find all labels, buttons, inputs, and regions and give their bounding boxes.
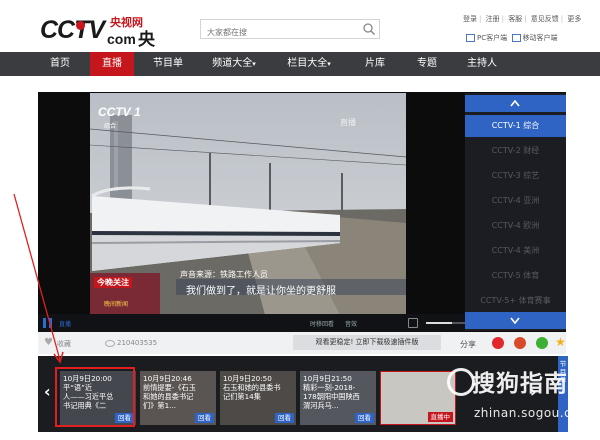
channel-scroll-up[interactable]	[465, 95, 566, 112]
logo-brand: CCTV	[40, 16, 105, 44]
channel-item[interactable]: CCTV-3 综艺	[465, 165, 566, 187]
channel-sub: 综合	[104, 123, 117, 130]
channel-scroll-down[interactable]	[465, 312, 566, 329]
feedback-link[interactable]: 意见反馈	[531, 15, 559, 23]
nav-live[interactable]: 直播	[90, 52, 134, 76]
sogou-logo-icon	[447, 368, 475, 396]
sound-label[interactable]: 音效	[345, 319, 357, 328]
nav-channels-label: 频道大全	[212, 58, 253, 69]
replay-badge[interactable]: 回看	[355, 413, 374, 423]
program-title: 10月9日20:50 石玉和她的县委书 记们第14集	[223, 374, 281, 401]
chevron-down-icon: ▾	[252, 60, 256, 68]
share-label: 分享	[460, 340, 476, 349]
nav-home[interactable]: 首页	[40, 52, 80, 76]
eye-icon	[105, 340, 115, 347]
volume-slider[interactable]	[426, 322, 466, 324]
channel-item[interactable]: CCTV-4 美洲	[465, 240, 566, 262]
channel-item[interactable]: CCTV-4 亚洲	[465, 190, 566, 212]
pc-client-link[interactable]: PC客户端	[477, 34, 507, 42]
more-link[interactable]: 更多	[567, 15, 581, 23]
watermark-brand: 搜狗指南	[472, 371, 568, 397]
news-sub: 晚间新闻	[104, 301, 129, 308]
search-input[interactable]	[201, 24, 357, 41]
nav-hosts[interactable]: 主持人	[462, 52, 502, 76]
people-icon[interactable]	[514, 337, 526, 349]
nav-schedule[interactable]: 节目单	[146, 52, 190, 76]
sogou-watermark: 搜狗指南 zhinan.sogou.com	[442, 362, 592, 428]
star-icon[interactable]: ★	[555, 335, 566, 349]
player-controls: 直播 时移回看 音效	[38, 314, 500, 332]
channel-item[interactable]: CCTV-2 财经	[465, 140, 566, 162]
channel-logo: CCTV 1	[98, 105, 141, 119]
client-links: PC客户端 移动客户端	[466, 33, 558, 43]
search-box[interactable]	[200, 19, 380, 41]
channel-item[interactable]: CCTV-1 综合	[465, 115, 566, 137]
news-tag: 今晚关注	[94, 277, 132, 288]
mobile-client-link[interactable]: 移动客户端	[523, 34, 558, 42]
subtitle: 我们做到了，就是让你坐的更舒服	[186, 286, 336, 297]
channel-item[interactable]: CCTV-5 体育	[465, 265, 566, 287]
program-title: 10月9日21:50 精彩一刻-2018- 178朝阳中国陕西 渭河兵马...	[303, 374, 360, 410]
volume-level	[426, 322, 452, 324]
login-link[interactable]: 登录	[463, 15, 477, 23]
overlay-tag: 直播	[340, 118, 356, 127]
program-card[interactable]: 10月9日21:50 精彩一刻-2018- 178朝阳中国陕西 渭河兵马... …	[300, 371, 376, 425]
channel-item[interactable]: CCTV-5+ 体育赛事	[465, 290, 566, 312]
video-screen[interactable]: CCTV 1 综合 直播 今晚关注 晚间新闻 声音来源：铁路工作人员 我们做到了…	[90, 93, 406, 315]
channel-item[interactable]: CCTV-4 欧洲	[465, 215, 566, 237]
nav-columns[interactable]: 栏目大全▾	[280, 52, 338, 76]
logo-domain: com	[107, 31, 136, 47]
account-links: 登录 | 注册 | 客服 | 意见反馈 | 更多	[463, 15, 582, 23]
annotation-arrow	[13, 193, 64, 364]
schedule-prev-icon[interactable]: ‹	[44, 384, 51, 400]
search-icon[interactable]	[362, 22, 376, 36]
watermark-url: zhinan.sogou.com	[474, 406, 592, 420]
service-link[interactable]: 客服	[508, 15, 522, 23]
replay-badge[interactable]: 回看	[275, 413, 294, 423]
highlight-box	[55, 367, 135, 427]
timeshift-label[interactable]: 时移回看	[310, 319, 334, 328]
chevron-up-icon	[510, 100, 520, 107]
program-title: 10月9日20:46 前情提要-《石玉 和她的县委书记 们》第1...	[143, 374, 196, 410]
mobile-icon	[511, 34, 521, 42]
pc-icon	[466, 34, 475, 42]
download-plugin-button[interactable]: 观看更稳定! 立即下载极速插件版	[293, 335, 441, 350]
program-card[interactable]: 10月9日20:46 前情提要-《石玉 和她的县委书记 们》第1... 回看	[140, 371, 216, 425]
main-nav: 首页 直播 节目单 频道大全▾ 栏目大全▾ 片库 专题 主持人	[0, 52, 600, 76]
program-card[interactable]: 10月9日20:50 石玉和她的县委书 记们第14集 回看	[220, 371, 296, 425]
nav-columns-label: 栏目大全	[287, 58, 328, 69]
weibo-icon[interactable]	[492, 337, 504, 349]
chevron-down-icon	[510, 317, 520, 324]
chevron-down-icon: ▾	[327, 60, 331, 68]
nav-library[interactable]: 片库	[356, 52, 394, 76]
register-link[interactable]: 注册	[486, 15, 500, 23]
nav-topics[interactable]: 专题	[408, 52, 446, 76]
source-caption: 声音来源：铁路工作人员	[180, 270, 268, 279]
wechat-icon[interactable]	[536, 337, 548, 349]
nav-channels[interactable]: 频道大全▾	[206, 52, 262, 76]
channel-list: CCTV-1 综合 CCTV-2 财经 CCTV-3 综艺 CCTV-4 亚洲 …	[465, 93, 566, 331]
cctv-logo[interactable]: CCTV com 央视网 央视	[40, 12, 170, 75]
replay-badge[interactable]: 回看	[195, 413, 214, 423]
volume-icon[interactable]	[408, 318, 418, 328]
view-count: 210403535	[117, 339, 158, 347]
logo-dot	[76, 21, 85, 30]
